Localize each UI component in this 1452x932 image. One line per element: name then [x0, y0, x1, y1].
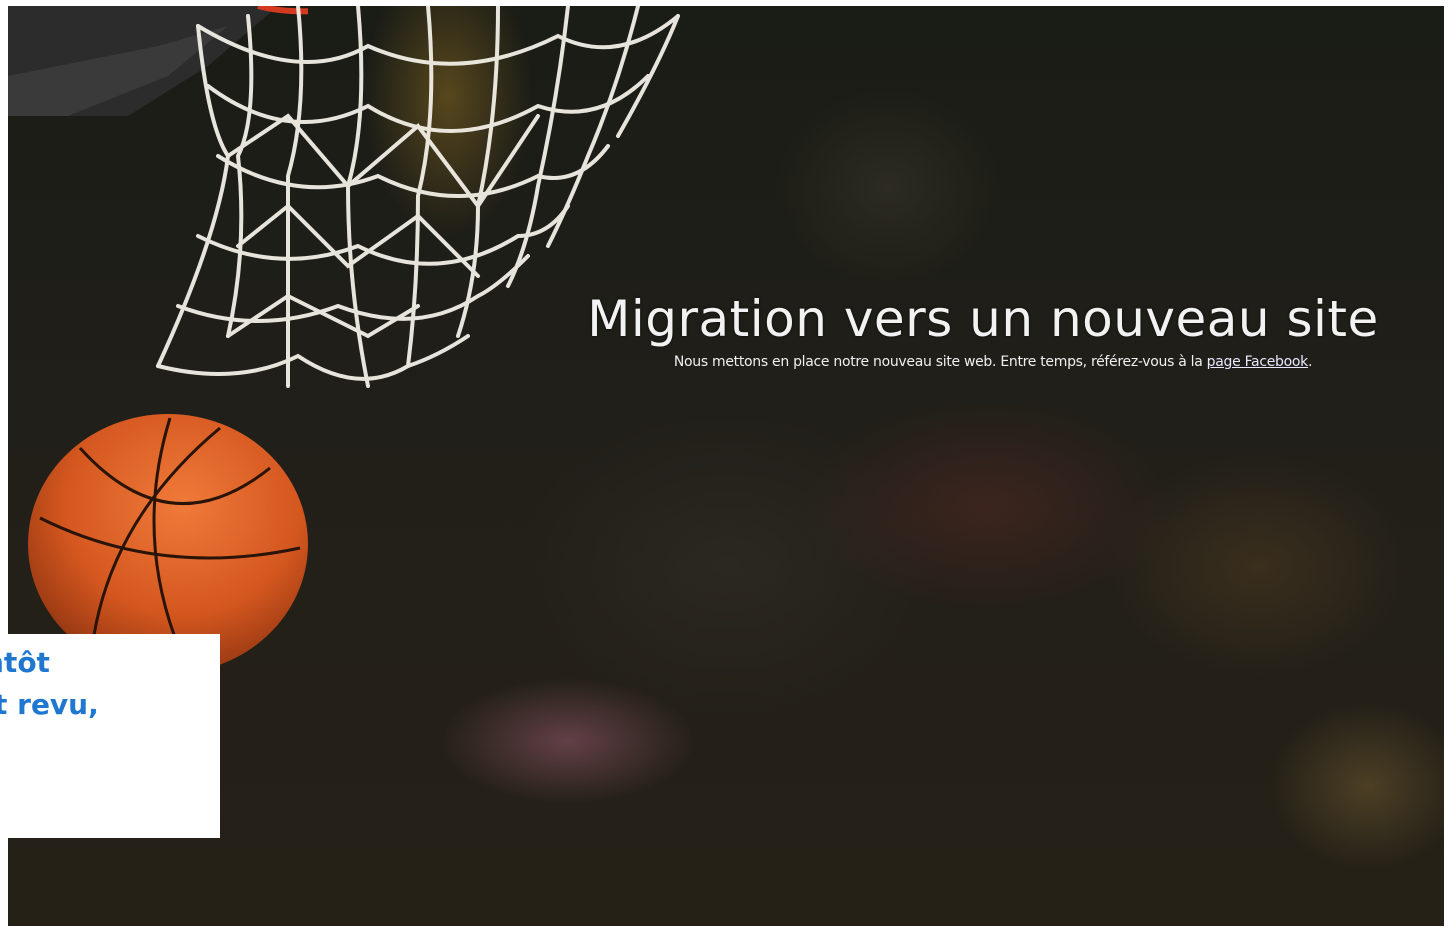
- migration-subtitle: Nous mettons en place notre nouveau site…: [558, 352, 1428, 372]
- facebook-page-link[interactable]: page Facebook: [1207, 354, 1309, 370]
- subtitle-end: .: [1307, 354, 1313, 370]
- caption-line-2: t revu,: [0, 688, 99, 721]
- caption-overlay: ntôt t revu,: [0, 634, 220, 838]
- page-title: Migration vers un nouveau site: [587, 290, 1379, 348]
- migration-message: Migration vers un nouveau site Nous mett…: [538, 288, 1428, 372]
- subtitle-text: Nous mettons en place notre nouveau site…: [673, 354, 1207, 370]
- screen-photo: Migration vers un nouveau site Nous mett…: [8, 6, 1444, 926]
- caption-line-1: ntôt: [0, 646, 50, 679]
